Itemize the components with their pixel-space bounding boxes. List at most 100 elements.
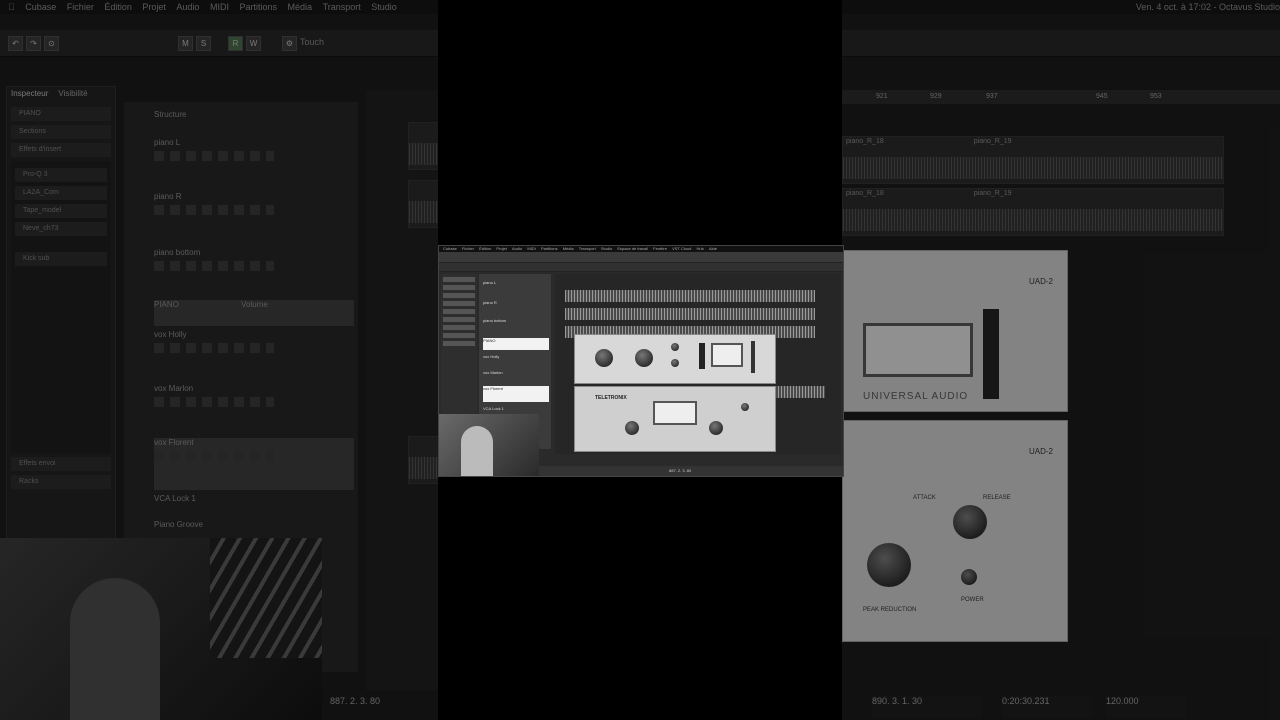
plugin-window-la2a[interactable]: TELETRONIX — [574, 386, 776, 452]
menu-item[interactable]: Projet — [496, 246, 506, 251]
plugin-brand: UNIVERSAL AUDIO — [863, 391, 969, 402]
audio-clip[interactable]: piano_R_18 piano_R_19 — [842, 188, 1224, 236]
redo-button[interactable]: ↷ — [26, 36, 41, 51]
audio-clip[interactable]: piano_R_18 piano_R_19 — [842, 136, 1224, 184]
menu-item[interactable]: Aide — [709, 246, 717, 251]
track-vox-holly[interactable]: vox Holly — [154, 330, 354, 353]
inspector-section-sends[interactable]: Effets envoi — [11, 457, 111, 471]
track-piano-bottom[interactable]: piano bottom — [154, 248, 354, 271]
inspector-track-name[interactable]: PIANO — [11, 107, 111, 121]
ruler-label: 929 — [930, 93, 942, 100]
toolbar-right — [842, 30, 1280, 57]
menu-media[interactable]: Média — [288, 2, 313, 12]
history-button[interactable]: ⊙ — [44, 36, 59, 51]
solo-button[interactable]: S — [196, 36, 211, 51]
menu-item[interactable]: VST Cloud — [672, 246, 691, 251]
center-track-selected[interactable]: PIANO — [483, 338, 549, 350]
center-track-selected[interactable]: vox Florent — [483, 386, 549, 402]
center-track[interactable]: vox Marlon — [483, 370, 549, 382]
la2a-plugin-window-2[interactable]: UAD-2 ATTACK RELEASE PEAK REDUCTION POWE… — [842, 420, 1068, 642]
inspector-section-racks[interactable]: Racks — [11, 475, 111, 489]
track-piano-l[interactable]: piano L — [154, 138, 354, 161]
status-time-right: 890. 3. 1. 30 — [872, 696, 982, 718]
menu-item[interactable]: Fichier — [462, 246, 474, 251]
ratio-buttons[interactable] — [699, 343, 705, 369]
audio-clip[interactable] — [565, 290, 815, 302]
inspector-section-sections[interactable]: Sections — [11, 125, 111, 139]
center-track[interactable]: vox Holly — [483, 354, 549, 366]
power-label: POWER — [961, 597, 984, 603]
track-vox-florent[interactable]: vox Florent — [154, 438, 354, 490]
vu-meter — [863, 323, 973, 377]
menu-cubase[interactable]: Cubase — [25, 2, 56, 12]
arrange-area[interactable] — [366, 90, 438, 690]
center-track[interactable]: piano L — [483, 280, 549, 292]
gain-knob[interactable] — [953, 505, 987, 539]
insert-slot[interactable]: Tape_model — [15, 204, 107, 218]
menu-transport[interactable]: Transport — [323, 2, 361, 12]
menu-projet[interactable]: Projet — [142, 2, 166, 12]
peak-reduction-knob[interactable] — [709, 421, 723, 435]
menu-item[interactable]: Transport — [579, 246, 596, 251]
menu-partitions[interactable]: Partitions — [239, 2, 277, 12]
track-vox-marlon[interactable]: vox Marlon — [154, 384, 354, 407]
record-enable-button[interactable]: R — [228, 36, 243, 51]
audio-clip[interactable] — [408, 180, 438, 228]
menu-item[interactable]: MIDI — [527, 246, 535, 251]
center-status-bar: 887. 2. 3. 80 — [539, 466, 843, 476]
inspector-section-inserts[interactable]: Effets d'insert — [11, 143, 111, 157]
undo-button[interactable]: ↶ — [8, 36, 23, 51]
menu-fichier[interactable]: Fichier — [67, 2, 94, 12]
power-switch[interactable] — [961, 569, 977, 585]
write-button[interactable]: W — [246, 36, 261, 51]
la2a-plugin-window[interactable]: UNIVERSAL AUDIO UAD-2 — [842, 250, 1068, 412]
attack-knob[interactable] — [671, 343, 679, 351]
apple-icon[interactable]:  — [8, 2, 15, 12]
plugin-window-1176[interactable] — [574, 334, 776, 384]
menu-item[interactable]: Studio — [601, 246, 612, 251]
webcam-overlay — [0, 538, 322, 720]
insert-slot[interactable]: Neve_ch73 — [15, 222, 107, 236]
menu-midi[interactable]: MIDI — [210, 2, 229, 12]
touch-mode-label[interactable]: Touch — [300, 37, 324, 47]
output-knob[interactable] — [635, 349, 653, 367]
mode-switch[interactable] — [741, 403, 749, 411]
menu-item[interactable]: Hub — [696, 246, 703, 251]
audio-clip[interactable] — [408, 436, 438, 484]
track-vca-lock[interactable]: VCA Lock 1 — [154, 494, 354, 503]
menu-item[interactable]: Espace de travail — [617, 246, 648, 251]
audio-clip[interactable] — [775, 386, 825, 398]
insert-slot[interactable]: Pro-Q 3 — [15, 168, 107, 182]
menu-item[interactable]: Fenêtre — [653, 246, 667, 251]
ruler-label: 945 — [1096, 93, 1108, 100]
insert-slot[interactable]: LA2A_Com — [15, 186, 107, 200]
center-track[interactable]: piano R — [483, 300, 549, 312]
tab-visibilite[interactable]: Visibilité — [58, 89, 87, 101]
automation-mode-icon[interactable]: ⚙ — [282, 36, 297, 51]
person-image — [70, 578, 160, 720]
track-piano[interactable]: PIANO Volume — [154, 300, 354, 326]
menu-edition[interactable]: Édition — [104, 2, 132, 12]
track-structure[interactable]: Structure — [154, 110, 354, 119]
audio-clip[interactable] — [565, 308, 815, 320]
track-piano-r[interactable]: piano R — [154, 192, 354, 215]
menu-item[interactable]: Édition — [479, 246, 491, 251]
track-piano-groove[interactable]: Piano Groove — [154, 520, 354, 529]
tab-inspecteur[interactable]: Inspecteur — [11, 89, 48, 101]
input-knob[interactable] — [595, 349, 613, 367]
menu-item[interactable]: Média — [563, 246, 574, 251]
menu-item[interactable]: Partitions — [541, 246, 558, 251]
gain-knob[interactable] — [625, 421, 639, 435]
menu-audio[interactable]: Audio — [176, 2, 199, 12]
insert-slot[interactable]: Kick sub — [15, 252, 107, 266]
status-time-left: 887. 2. 3. 80 — [330, 696, 381, 706]
status-tempo[interactable]: 120.000 — [1106, 696, 1186, 718]
menu-item[interactable]: Audio — [512, 246, 522, 251]
center-track[interactable]: piano bottom — [483, 318, 549, 330]
menu-studio[interactable]: Studio — [371, 2, 397, 12]
audio-clip[interactable] — [408, 122, 438, 170]
menu-item[interactable]: Cubase — [443, 246, 457, 251]
mute-button[interactable]: M — [178, 36, 193, 51]
release-knob[interactable] — [671, 359, 679, 367]
peak-reduction-knob[interactable] — [867, 543, 911, 587]
